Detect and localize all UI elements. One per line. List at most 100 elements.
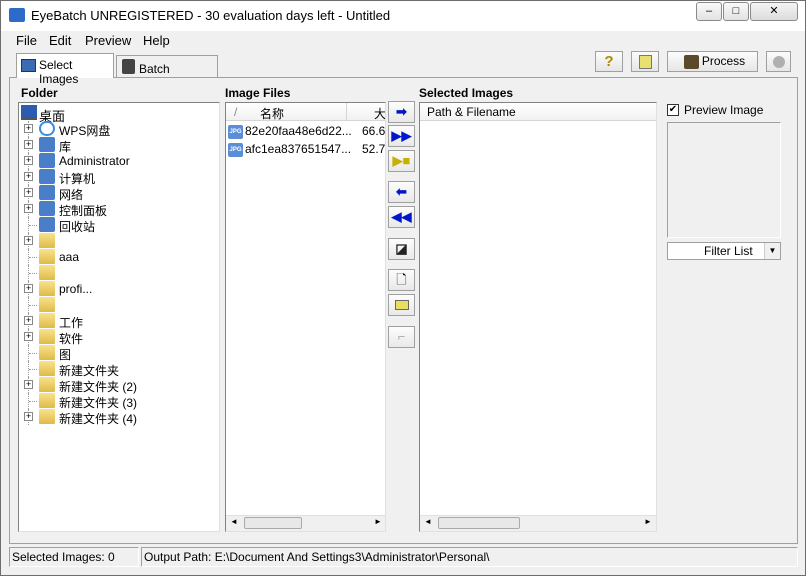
expand-icon[interactable]: + (24, 284, 33, 293)
recycle-bin-icon (39, 217, 55, 232)
selected-images-list[interactable]: Path & Filename ◄ ► (419, 102, 657, 532)
minimize-button[interactable]: – (696, 2, 722, 21)
menu-edit[interactable]: Edit (49, 33, 71, 48)
chevron-down-icon[interactable]: ▼ (764, 243, 780, 259)
process-icon (684, 55, 699, 69)
app-window: EyeBatch UNREGISTERED - 30 evaluation da… (0, 0, 806, 576)
help-icon: ? (604, 53, 614, 70)
tab-select-images[interactable]: Select Images (16, 53, 114, 86)
add-selected-button[interactable]: ➡ (388, 101, 415, 123)
folder-icon (39, 233, 55, 248)
expand-icon[interactable]: + (24, 332, 33, 341)
remove-selected-button[interactable]: ⬅ (388, 181, 415, 203)
tree-label: 库 (59, 140, 72, 154)
folder-icon (39, 409, 55, 424)
tree-label: Administrator (59, 154, 130, 168)
tree-label: aaa (59, 250, 80, 264)
expand-icon[interactable]: + (24, 316, 33, 325)
file-size: 52.7 (362, 142, 386, 156)
window-title: EyeBatch UNREGISTERED - 30 evaluation da… (31, 8, 391, 23)
tree-label: 回收站 (59, 220, 96, 234)
scroll-left-icon[interactable]: ◄ (424, 517, 432, 526)
tree-label: WPS网盘 (59, 124, 111, 138)
image-files-list[interactable]: / 名称 大 JPG 82e20faa48e6d22... 66.6 JPG afc1… (225, 102, 386, 532)
control-panel-icon (39, 201, 55, 216)
computer-icon (39, 169, 55, 184)
new-list-button[interactable]: 🗋 (388, 269, 415, 291)
folder-icon (39, 361, 55, 376)
tree-label: 新建文件夹 (3) (59, 396, 138, 410)
file-name: 82e20faa48e6d22... (245, 124, 352, 138)
jpg-file-icon: JPG (228, 142, 243, 157)
tree-line (29, 305, 37, 306)
help-button[interactable]: ? (595, 51, 623, 72)
file-row[interactable]: JPG afc1ea837651547... 52.7 (228, 142, 386, 157)
tree-label: 控制面板 (59, 204, 108, 218)
folder-icon (39, 265, 55, 280)
title-bar: EyeBatch UNREGISTERED - 30 evaluation da… (1, 1, 805, 31)
expand-icon[interactable]: + (24, 140, 33, 149)
name-column-header[interactable]: 名称 (260, 105, 284, 122)
stop-button[interactable] (766, 51, 791, 72)
horizontal-scrollbar[interactable]: ◄ ► (420, 515, 656, 531)
open-list-button[interactable] (388, 294, 415, 316)
expand-icon[interactable]: + (24, 380, 33, 389)
tree-line (29, 257, 37, 258)
preview-image-checkbox[interactable]: ✔ (667, 104, 679, 116)
file-size: 66.6 (362, 124, 386, 138)
folder-open-icon (395, 300, 409, 310)
settings-icon (122, 59, 135, 74)
tree-label: 新建文件夹 (2) (59, 380, 138, 394)
close-button[interactable]: ✕ (750, 2, 798, 21)
image-icon (21, 59, 36, 72)
folder-tree[interactable]: 桌面 + WPS网盘 + 库 + Administrator + 计算机 + 网络 + 控制面板 回收站… (18, 102, 220, 532)
menu-preview[interactable]: Preview (85, 33, 131, 48)
scroll-thumb[interactable] (438, 517, 520, 529)
list-header: / 名称 大 (226, 103, 385, 121)
app-icon (9, 8, 25, 22)
filter-list-dropdown[interactable]: Filter List ▼ (667, 242, 781, 260)
tree-line (29, 353, 37, 354)
tab-batch-settings[interactable]: Batch Settings (116, 55, 218, 90)
expand-icon[interactable]: + (24, 124, 33, 133)
tree-label: 网络 (59, 188, 84, 202)
scroll-right-icon[interactable]: ► (374, 517, 382, 526)
add-folder-icon: ▶■ (392, 153, 411, 168)
tree-label: 新建文件夹 (4) (59, 412, 138, 426)
preview-area (667, 122, 781, 238)
folder-label: Folder (21, 86, 58, 100)
scroll-thumb[interactable] (244, 517, 302, 529)
path-filename-header[interactable]: Path & Filename (420, 103, 656, 121)
select-image-button[interactable]: ◪ (388, 238, 415, 260)
maximize-button[interactable]: □ (723, 2, 749, 21)
status-output-path: Output Path: E:\Document And Settings3\A… (141, 547, 798, 567)
horizontal-scrollbar[interactable]: ◄ ► (226, 515, 385, 531)
user-folder-icon (39, 153, 55, 168)
menu-help[interactable]: Help (143, 33, 170, 48)
script-button[interactable] (631, 51, 659, 72)
process-button[interactable]: Process (667, 51, 758, 72)
tree-label: 图 (59, 348, 72, 362)
save-list-button[interactable]: ⌐ (388, 326, 415, 348)
expand-icon[interactable]: + (24, 172, 33, 181)
sort-column-header[interactable]: / (234, 105, 237, 119)
folder-icon (39, 297, 55, 312)
scroll-right-icon[interactable]: ► (644, 517, 652, 526)
menu-file[interactable]: File (16, 33, 37, 48)
scroll-left-icon[interactable]: ◄ (230, 517, 238, 526)
scroll-icon (639, 55, 652, 69)
add-all-button[interactable]: ▶▶ (388, 125, 415, 147)
preview-image-label: Preview Image (684, 103, 764, 117)
add-folder-button[interactable]: ▶■ (388, 150, 415, 172)
expand-icon[interactable]: + (24, 156, 33, 165)
file-name: afc1ea837651547... (245, 142, 352, 156)
remove-all-button[interactable]: ◀◀ (388, 206, 415, 228)
file-row[interactable]: JPG 82e20faa48e6d22... 66.6 (228, 124, 386, 139)
expand-icon[interactable]: + (24, 236, 33, 245)
expand-icon[interactable]: + (24, 412, 33, 421)
expand-icon[interactable]: + (24, 204, 33, 213)
expand-icon[interactable]: + (24, 188, 33, 197)
folder-icon (39, 281, 55, 296)
size-column-header[interactable]: 大 (374, 105, 385, 122)
stop-icon (773, 56, 785, 68)
